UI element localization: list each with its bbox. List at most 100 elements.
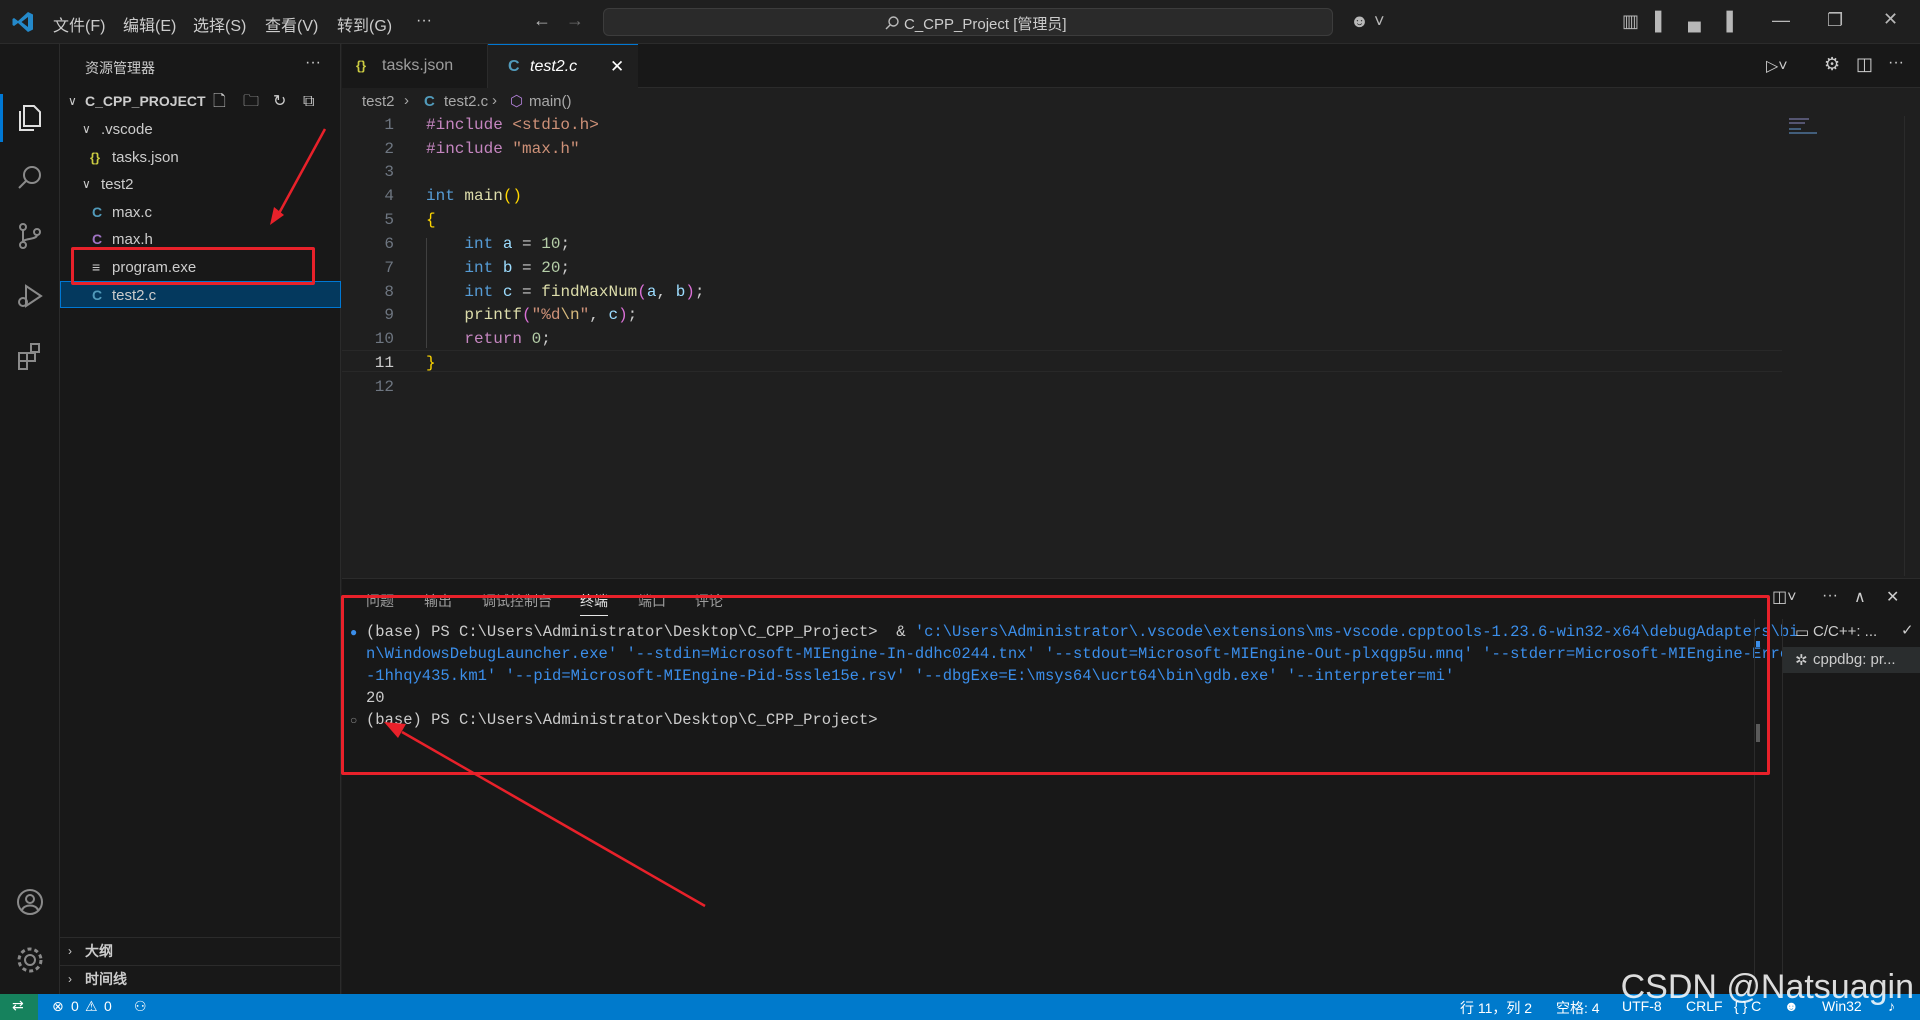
method-cube-icon: ⬡ <box>510 93 524 110</box>
tree-item-test2-c[interactable]: C test2.c <box>60 281 341 308</box>
run-debug-dropdown-icon[interactable]: ▷˅ <box>1766 56 1788 76</box>
menu-selection[interactable]: 选择(S) <box>193 12 246 36</box>
editor-scrollbar[interactable] <box>1904 116 1918 576</box>
menu-file[interactable]: 文件(F) <box>53 12 105 36</box>
split-editor-icon[interactable]: ◫ <box>1856 54 1873 75</box>
command-center-search[interactable]: C_CPP_Project [管理员] <box>603 8 1333 36</box>
command-center-label: C_CPP_Project [管理员] <box>904 16 1067 33</box>
source-control-icon[interactable] <box>14 220 46 252</box>
c-file-icon: C <box>92 287 103 303</box>
accounts-icon[interactable] <box>14 886 46 918</box>
minimap[interactable] <box>1789 118 1819 136</box>
forward-arrow-icon[interactable]: → <box>566 10 584 30</box>
tree-item-label: .vscode <box>101 121 153 138</box>
search-icon[interactable] <box>14 162 46 194</box>
warning-count[interactable]: 0 <box>104 998 112 1014</box>
maximize-panel-icon[interactable]: ∧ <box>1854 587 1866 607</box>
terminal-item[interactable]: ✲ cppdbg: pr... <box>1783 647 1920 673</box>
more-actions-icon[interactable]: ··· <box>305 54 321 72</box>
minimize-icon[interactable]: — <box>1772 10 1790 30</box>
error-icon[interactable]: ⊗ <box>52 998 64 1015</box>
line-number: 4 <box>384 187 394 205</box>
tree-item-label: max.c <box>112 204 153 221</box>
cursor-position[interactable]: 行 11，列 2 <box>1460 998 1532 1018</box>
extensions-icon[interactable] <box>14 340 46 372</box>
customize-layout-icon[interactable]: ▥ <box>1622 11 1639 31</box>
json-file-icon: {} <box>90 150 101 165</box>
code-line: int b = 20; <box>464 259 571 277</box>
activity-bar <box>0 44 60 994</box>
chevron-right-icon: › <box>68 972 72 986</box>
more-actions-icon[interactable]: ··· <box>1822 587 1838 605</box>
breadcrumb-symbol[interactable]: main() <box>529 93 572 110</box>
new-file-icon[interactable]: 🗋 <box>213 88 226 115</box>
tree-item-label: tasks.json <box>112 149 179 166</box>
breadcrumb-file[interactable]: test2.c <box>444 93 488 110</box>
settings-gear-icon[interactable]: ⚙ <box>1824 54 1840 75</box>
split-terminal-icon[interactable]: ◫˅ <box>1772 587 1796 607</box>
indent-guide <box>426 238 427 348</box>
menu-edit[interactable]: 编辑(E) <box>123 12 176 36</box>
menu-view[interactable]: 查看(V) <box>265 12 318 36</box>
more-actions-icon[interactable]: ··· <box>1888 54 1904 72</box>
chevron-down-icon: ∨ <box>68 94 77 108</box>
active-indicator <box>0 94 3 142</box>
outline-label: 大纲 <box>85 943 113 959</box>
vscode-logo-icon[interactable] <box>12 11 34 33</box>
terminal-item[interactable]: ▭ C/C++: ... ✓ <box>1783 619 1920 645</box>
manage-gear-icon[interactable] <box>14 944 46 976</box>
terminal-list: ▭ C/C++: ... ✓ ✲ cppdbg: pr... <box>1782 619 1920 995</box>
outline-section[interactable]: › 大纲 <box>60 938 341 965</box>
breadcrumb: test2 › C test2.c › ⬡ main() <box>342 88 1920 116</box>
project-name: C_CPP_PROJECT <box>85 93 206 109</box>
debug-launch-icon[interactable]: ⚇ <box>134 998 147 1015</box>
restore-icon[interactable]: ❐ <box>1827 10 1843 30</box>
timeline-section[interactable]: › 时间线 <box>60 966 341 993</box>
new-folder-icon[interactable]: 🗀 <box>243 88 259 115</box>
breadcrumb-folder[interactable]: test2 <box>362 93 395 110</box>
remote-icon: ⇄ <box>12 997 24 1013</box>
search-icon <box>885 16 899 30</box>
code-line: #include <stdio.h> <box>426 116 599 134</box>
terminal-icon: ▭ <box>1795 624 1810 641</box>
terminal-item-label: C/C++: ... <box>1813 623 1878 640</box>
run-debug-icon[interactable] <box>14 280 46 312</box>
line-number: 11 <box>374 354 394 372</box>
chevron-right-icon: › <box>404 92 409 109</box>
close-panel-icon[interactable]: ✕ <box>1886 587 1899 607</box>
indentation[interactable]: 空格: 4 <box>1556 998 1600 1018</box>
close-window-icon[interactable]: ✕ <box>1883 9 1898 29</box>
menu-more[interactable]: ··· <box>416 12 432 30</box>
remote-indicator[interactable]: ⇄ <box>0 994 38 1020</box>
check-icon: ✓ <box>1901 622 1914 639</box>
explorer-icon[interactable] <box>14 102 46 134</box>
editor-tabs: {} tasks.json C test2.c ✕ ▷˅ ⚙ ◫ ··· <box>342 44 1920 88</box>
collapse-all-icon[interactable]: ⧉ <box>303 88 314 115</box>
code-line: } <box>426 354 436 372</box>
tab-test2-c[interactable]: C test2.c ✕ <box>488 44 638 88</box>
refresh-icon[interactable]: ↻ <box>273 88 286 115</box>
line-number: 6 <box>384 235 394 253</box>
toggle-secondary-sidebar-icon[interactable]: ▐ <box>1720 11 1733 31</box>
sidebar-title: 资源管理器 <box>85 60 155 76</box>
back-arrow-icon[interactable]: ← <box>533 10 551 30</box>
tab-tasks-json[interactable]: {} tasks.json <box>342 44 488 88</box>
code-editor[interactable]: 1 2 3 4 5 6 7 8 9 10 11 12 #include <stdio.h> #incl… <box>342 116 1920 576</box>
error-count[interactable]: 0 <box>71 998 79 1014</box>
menu-go[interactable]: 转到(G) <box>337 12 392 36</box>
toggle-sidebar-icon[interactable]: ▌ <box>1655 11 1668 31</box>
warning-icon[interactable]: ⚠ <box>85 998 98 1015</box>
c-file-icon: C <box>508 58 520 75</box>
annotation-box-program <box>71 247 315 285</box>
line-number: 9 <box>384 306 394 324</box>
code-line: int a = 10; <box>464 235 571 253</box>
project-root[interactable]: ∨ C_CPP_PROJECT 🗋 🗀 ↻ ⧉ <box>60 88 341 115</box>
c-file-icon: C <box>424 93 435 110</box>
annotation-arrow-icon <box>270 128 327 225</box>
code-line: int main() <box>426 187 523 205</box>
line-number: 3 <box>384 163 394 181</box>
line-number: 8 <box>384 283 394 301</box>
copilot-icon[interactable]: ☻ ˅ <box>1350 11 1384 31</box>
close-tab-icon[interactable]: ✕ <box>610 45 624 89</box>
toggle-panel-icon[interactable]: ▄ <box>1688 11 1701 31</box>
